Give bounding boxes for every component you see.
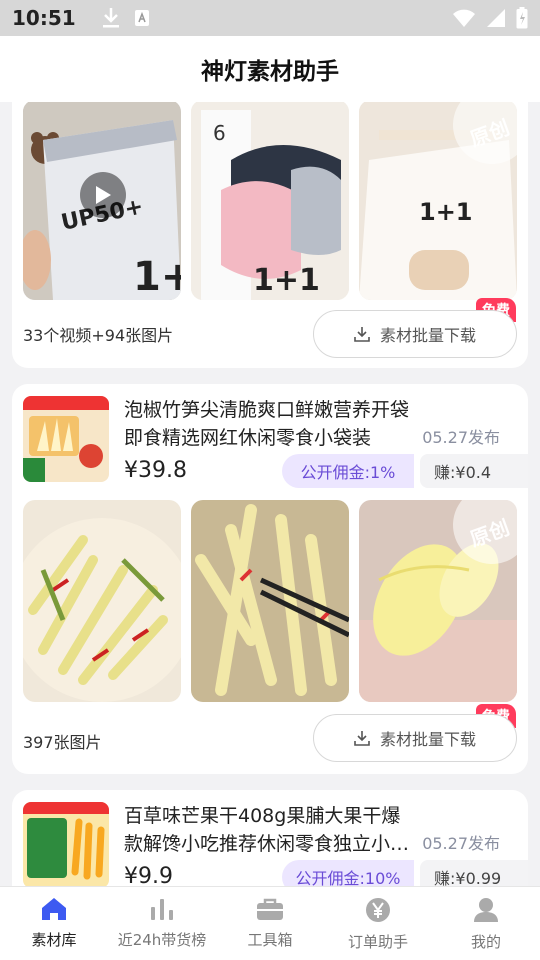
battery-icon: [516, 7, 528, 29]
tab-label: 我的: [470, 933, 501, 951]
download-icon: [102, 8, 119, 28]
image-thumbnail[interactable]: 原创: [359, 500, 517, 702]
material-card: 泡椒竹笋尖清脆爽口鲜嫩营养开袋即食精选网红休闲零食小袋装 05.27发布 ¥39…: [12, 384, 528, 774]
yen-coin-icon: [366, 898, 390, 922]
tab-order-assistant[interactable]: 订单助手: [324, 887, 432, 960]
play-icon: [96, 186, 111, 204]
svg-text:1+: 1+: [133, 254, 181, 300]
bamboo-chopsticks-image: [191, 500, 349, 702]
briefcase-icon: [257, 898, 283, 920]
image-thumbnail[interactable]: 1+1 原创: [359, 102, 517, 300]
image-thumbnail[interactable]: 6 1+1: [191, 102, 349, 300]
bamboo-package-image: [23, 396, 109, 482]
masks-image: 6 1+1: [191, 102, 349, 300]
tab-24h-ranking[interactable]: 近24h带货榜: [108, 887, 216, 960]
download-label: 素材批量下载: [379, 730, 476, 749]
commission-badge: 公开佣金:10%: [282, 860, 414, 886]
status-bar: 10:51: [0, 0, 540, 36]
product-title[interactable]: 泡椒竹笋尖清脆爽口鲜嫩营养开袋即食精选网红休闲零食小袋装: [124, 396, 414, 452]
publish-date: 05.27发布: [422, 834, 500, 853]
product-price: ¥9.9: [124, 864, 173, 886]
mango-package-image: [23, 802, 109, 886]
tab-profile[interactable]: 我的: [432, 887, 540, 960]
product-image[interactable]: [23, 396, 109, 482]
material-card: UP50+ 1+ 6 1+1 1+1 原创 33个视频+94张图片 素材批量下载: [12, 102, 528, 368]
svg-text:6: 6: [213, 121, 226, 145]
download-icon: [354, 731, 370, 746]
material-feed[interactable]: UP50+ 1+ 6 1+1 1+1 原创 33个视频+94张图片 素材批量下载…: [0, 102, 540, 886]
bar-chart-icon: [151, 899, 173, 920]
tab-material-library[interactable]: 素材库: [0, 887, 108, 960]
commission-badge: 公开佣金:1%: [282, 454, 414, 488]
tab-label: 素材库: [31, 931, 77, 949]
tab-label: 订单助手: [347, 933, 408, 951]
pickled-bamboo-bowl-image: [23, 500, 181, 702]
earn-badge: 赚:¥0.4: [420, 454, 528, 488]
product-image[interactable]: [23, 802, 109, 886]
status-time: 10:51: [12, 6, 76, 30]
tab-toolbox[interactable]: 工具箱: [216, 887, 324, 960]
publish-date: 05.27发布: [422, 428, 500, 447]
batch-download-button[interactable]: 素材批量下载: [313, 714, 517, 762]
download-label: 素材批量下载: [379, 326, 476, 345]
tab-label: 近24h带货榜: [117, 931, 207, 949]
keyboard-a-icon: [134, 10, 149, 26]
page-title: 神灯素材助手: [201, 59, 339, 85]
signal-icon: [487, 9, 505, 27]
wifi-icon: [453, 9, 475, 27]
home-icon: [42, 898, 66, 920]
app-header: 神灯素材助手: [0, 36, 540, 102]
download-icon: [354, 327, 370, 342]
product-price: ¥39.8: [124, 458, 187, 483]
play-button[interactable]: [80, 172, 126, 218]
user-icon: [474, 898, 498, 922]
media-count: 33个视频+94张图片: [23, 326, 174, 345]
bottom-tab-bar: 素材库 近24h带货榜 工具箱 订单助手 我的: [0, 886, 540, 960]
media-count: 397张图片: [23, 733, 102, 752]
material-card: 百草味芒果干408g果脯大果干爆款解馋小吃推荐休闲零食独立小包装 05.27发布…: [12, 790, 528, 886]
svg-text:1+1: 1+1: [253, 263, 320, 298]
product-title[interactable]: 百草味芒果干408g果脯大果干爆款解馋小吃推荐休闲零食独立小包装: [124, 802, 414, 858]
image-thumbnail[interactable]: [23, 500, 181, 702]
batch-download-button[interactable]: 素材批量下载: [313, 310, 517, 358]
image-thumbnail[interactable]: [191, 500, 349, 702]
earn-badge: 赚:¥0.99: [420, 860, 528, 886]
video-thumbnail[interactable]: UP50+ 1+: [23, 102, 181, 300]
svg-text:1+1: 1+1: [419, 198, 473, 226]
tab-label: 工具箱: [247, 931, 293, 949]
